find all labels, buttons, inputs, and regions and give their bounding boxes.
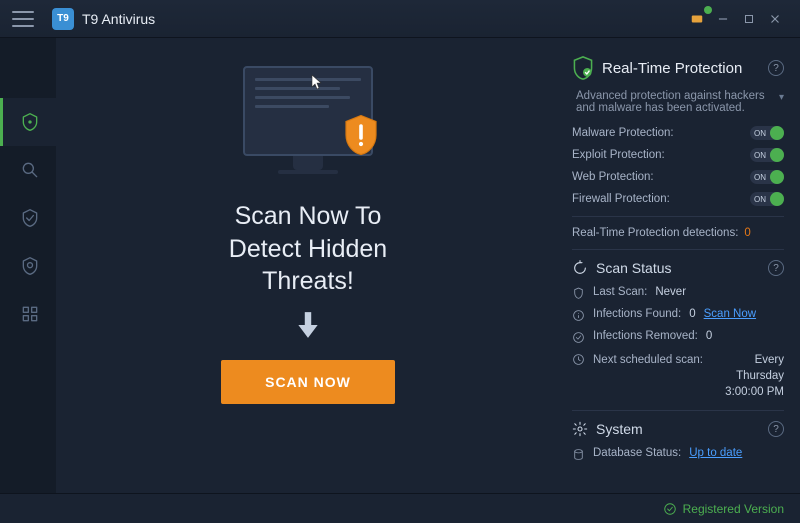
realtime-desc-row: Advanced protection against hackers and …	[572, 90, 784, 114]
realtime-description: Advanced protection against hackers and …	[576, 90, 773, 114]
shield-small-icon	[572, 287, 585, 300]
maximize-button[interactable]	[736, 8, 762, 30]
app-title: T9 Antivirus	[82, 11, 155, 27]
database-icon	[572, 448, 585, 461]
scan-now-link[interactable]: Scan Now	[704, 308, 756, 320]
refresh-icon	[572, 260, 588, 276]
app-logo-icon: T9	[52, 8, 74, 30]
protection-label: Exploit Protection:	[572, 149, 665, 161]
protection-row-malware: Malware Protection: ON	[572, 126, 784, 140]
right-panel: Real-Time Protection ? Advanced protecti…	[560, 38, 800, 493]
footer: Registered Version	[0, 493, 800, 523]
protection-row-exploit: Exploit Protection: ON	[572, 148, 784, 162]
down-arrow-icon	[295, 310, 321, 348]
protection-row-firewall: Firewall Protection: ON	[572, 192, 784, 206]
toggle-exploit[interactable]: ON	[750, 148, 784, 162]
toggle-firewall[interactable]: ON	[750, 192, 784, 206]
shield-alert-icon	[343, 114, 379, 156]
menu-hamburger-button[interactable]	[12, 11, 34, 27]
scan-status-header: Scan Status ?	[572, 260, 784, 276]
shield-check-icon	[572, 56, 594, 80]
protection-label: Firewall Protection:	[572, 193, 670, 205]
protection-label: Malware Protection:	[572, 127, 674, 139]
titlebar: T9 T9 Antivirus	[0, 0, 800, 38]
sidebar-item-scan[interactable]	[0, 146, 56, 194]
upgrade-badge-icon[interactable]	[684, 8, 710, 30]
infections-removed-row: Infections Removed: 0	[572, 330, 784, 344]
registered-version-label: Registered Version	[683, 502, 784, 516]
toggle-web[interactable]: ON	[750, 170, 784, 184]
sidebar	[0, 38, 56, 493]
help-icon[interactable]: ?	[768, 60, 784, 76]
detections-row: Real-Time Protection detections: 0	[572, 227, 784, 239]
minimize-button[interactable]	[710, 8, 736, 30]
detections-count: 0	[744, 227, 750, 239]
check-circle-icon	[572, 331, 585, 344]
sidebar-item-protection[interactable]	[0, 194, 56, 242]
sidebar-item-home[interactable]	[0, 98, 56, 146]
gear-icon	[572, 421, 588, 437]
close-button[interactable]	[762, 8, 788, 30]
realtime-protection-header: Real-Time Protection ?	[572, 56, 784, 80]
scan-now-button[interactable]: SCAN NOW	[221, 360, 395, 404]
help-icon[interactable]: ?	[768, 260, 784, 276]
realtime-title: Real-Time Protection	[602, 60, 768, 77]
scan-headline: Scan Now To Detect Hidden Threats!	[229, 200, 387, 298]
protection-label: Web Protection:	[572, 171, 654, 183]
protection-row-web: Web Protection: ON	[572, 170, 784, 184]
database-status-link[interactable]: Up to date	[689, 447, 742, 459]
main-area: Scan Now To Detect Hidden Threats! SCAN …	[56, 38, 800, 493]
toggle-malware[interactable]: ON	[750, 126, 784, 140]
info-icon	[572, 309, 585, 322]
infections-found-row: Infections Found: 0 Scan Now	[572, 308, 784, 322]
next-scan-row: Next scheduled scan: Every Thursday 3:00…	[572, 352, 784, 400]
center-panel: Scan Now To Detect Hidden Threats! SCAN …	[56, 38, 560, 493]
check-circle-icon	[663, 502, 677, 516]
system-header: System ?	[572, 421, 784, 437]
help-icon[interactable]: ?	[768, 421, 784, 437]
sidebar-item-tools[interactable]	[0, 290, 56, 338]
clock-icon	[572, 353, 585, 366]
cursor-icon	[311, 74, 323, 93]
sidebar-item-firewall[interactable]	[0, 242, 56, 290]
last-scan-row: Last Scan: Never	[572, 286, 784, 300]
database-status-row: Database Status: Up to date	[572, 447, 784, 461]
detections-label: Real-Time Protection detections:	[572, 227, 738, 239]
monitor-illustration	[233, 66, 383, 186]
chevron-down-icon[interactable]: ▾	[779, 92, 784, 103]
